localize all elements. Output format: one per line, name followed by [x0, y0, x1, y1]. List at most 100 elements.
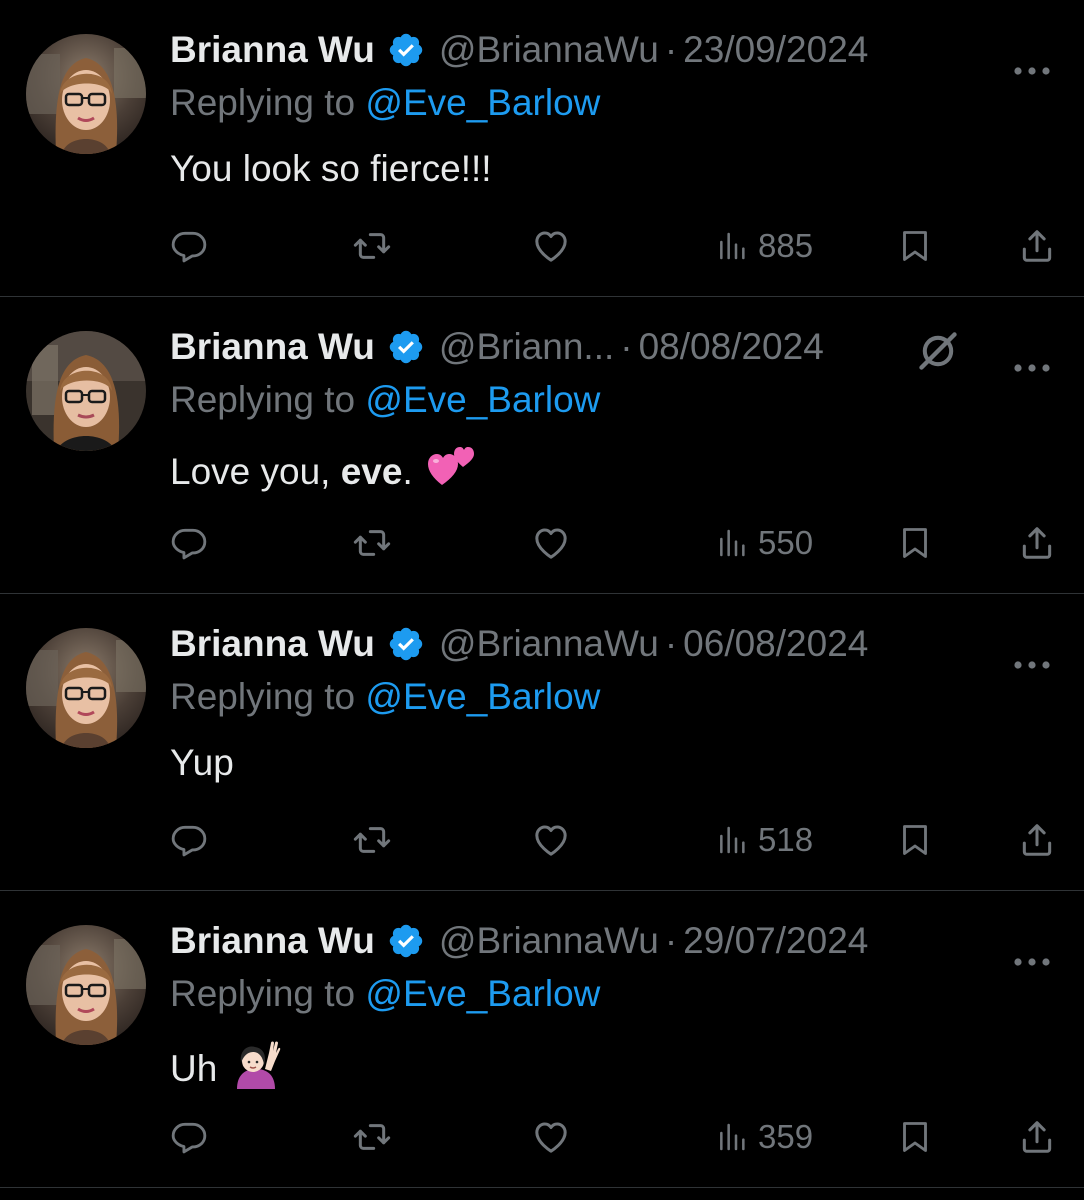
reply-button[interactable]: [170, 222, 208, 270]
tweet-text-content: You look so fierce!!!: [170, 148, 492, 189]
action-bar: 518: [0, 816, 1084, 864]
display-name[interactable]: Brianna Wu: [170, 623, 375, 665]
separator: ·: [664, 920, 678, 961]
bookmark-icon: [903, 528, 927, 558]
share-button[interactable]: [1018, 816, 1056, 864]
like-button[interactable]: [531, 222, 571, 270]
bookmark-button[interactable]: [897, 1113, 933, 1161]
repost-icon: [353, 233, 391, 259]
reply-button[interactable]: [170, 816, 208, 864]
repost-button[interactable]: [352, 816, 392, 864]
share-button[interactable]: [1018, 222, 1056, 270]
tweet[interactable]: Brianna Wu @BriannaWu · 29/07/2024 Reply…: [0, 891, 1084, 1188]
more-options-icon[interactable]: [1012, 935, 1052, 966]
verified-badge-icon: [387, 31, 425, 69]
more-options-icon[interactable]: [1012, 341, 1052, 372]
grok-icon[interactable]: [916, 329, 960, 373]
tweet-text: Love you, eve.: [170, 445, 475, 498]
timestamp[interactable]: 08/08/2024: [639, 326, 824, 368]
separator: ·: [664, 623, 678, 664]
tweet-text-start: Love you,: [170, 450, 341, 492]
bookmark-button[interactable]: [897, 519, 933, 567]
bookmark-icon: [903, 825, 927, 855]
display-name[interactable]: Brianna Wu: [170, 920, 375, 962]
action-bar: 885: [0, 222, 1084, 270]
tweet[interactable]: Brianna Wu @Briann... · 08/08/2024 Reply…: [0, 297, 1084, 594]
tweet[interactable]: Brianna Wu @BriannaWu · 06/08/2024 Reply…: [0, 594, 1084, 891]
avatar[interactable]: [26, 925, 146, 1045]
handle[interactable]: @Briann...: [439, 326, 614, 368]
replying-prefix: Replying to: [170, 379, 356, 420]
heart-icon: [535, 231, 567, 262]
tweet-text-end: .: [402, 450, 413, 492]
tweet-header: Brianna Wu @BriannaWu · 23/09/2024: [170, 24, 1064, 76]
verified-badge-icon: [387, 328, 425, 366]
tweet-text-content: Yup: [170, 742, 234, 783]
views-button[interactable]: 359: [716, 1113, 813, 1161]
views-chart-icon: [720, 826, 745, 854]
verified-badge-icon: [387, 625, 425, 663]
tweet[interactable]: Brianna Wu @BriannaWu · 23/09/2024 Reply…: [0, 0, 1084, 297]
replying-prefix: Replying to: [170, 676, 356, 717]
repost-button[interactable]: [352, 1113, 392, 1161]
tweet-text-bold: eve: [340, 450, 403, 492]
views-button[interactable]: 885: [716, 222, 813, 270]
verified-badge-icon: [387, 922, 425, 960]
heart-icon: [535, 1122, 567, 1153]
repost-icon: [353, 530, 391, 556]
share-button[interactable]: [1018, 519, 1056, 567]
avatar[interactable]: [26, 34, 146, 154]
reply-icon: [171, 825, 207, 857]
action-bar: 359: [0, 1113, 1084, 1161]
bookmark-button[interactable]: [897, 222, 933, 270]
share-icon: [1022, 824, 1052, 856]
separator: ·: [620, 326, 633, 367]
like-button[interactable]: [531, 519, 571, 567]
like-button[interactable]: [531, 816, 571, 864]
view-count: 518: [758, 821, 814, 858]
timestamp[interactable]: 23/09/2024: [683, 29, 868, 71]
like-button[interactable]: [531, 1113, 571, 1161]
avatar[interactable]: [26, 628, 146, 748]
replying-prefix: Replying to: [170, 82, 356, 123]
timestamp[interactable]: 29/07/2024: [683, 920, 868, 962]
reply-button[interactable]: [170, 1113, 208, 1161]
share-icon: [1022, 230, 1052, 262]
repost-button[interactable]: [352, 222, 392, 270]
repost-icon: [353, 827, 391, 853]
tweet-header: Brianna Wu @BriannaWu · 06/08/2024: [170, 618, 1064, 670]
handle[interactable]: @BriannaWu: [439, 29, 659, 71]
tweet-text-content: Uh: [170, 1047, 218, 1089]
more-options-icon[interactable]: [1012, 44, 1052, 75]
handle[interactable]: @BriannaWu: [439, 623, 659, 665]
reply-icon: [171, 231, 207, 263]
replying-to: Replying to @Eve_Barlow: [170, 973, 600, 1015]
views-button[interactable]: 518: [716, 816, 813, 864]
separator: ·: [664, 29, 678, 70]
heart-icon: [535, 528, 567, 559]
display-name[interactable]: Brianna Wu: [170, 326, 375, 368]
heart-icon: [535, 825, 567, 856]
mention-link[interactable]: @Eve_Barlow: [365, 973, 600, 1014]
person-raising-hand-emoji: [231, 1039, 281, 1098]
more-options-icon[interactable]: [1012, 638, 1052, 669]
views-chart-icon: [720, 1123, 745, 1151]
views-button[interactable]: 550: [716, 519, 813, 567]
bookmark-button[interactable]: [897, 816, 933, 864]
repost-button[interactable]: [352, 519, 392, 567]
handle[interactable]: @BriannaWu: [439, 920, 659, 962]
tweet-header: Brianna Wu @BriannaWu · 29/07/2024: [170, 915, 1064, 967]
timestamp[interactable]: 06/08/2024: [683, 623, 868, 665]
replying-to: Replying to @Eve_Barlow: [170, 82, 600, 124]
bookmark-icon: [903, 1122, 927, 1152]
mention-link[interactable]: @Eve_Barlow: [365, 676, 600, 717]
share-button[interactable]: [1018, 1113, 1056, 1161]
display-name[interactable]: Brianna Wu: [170, 29, 375, 71]
reply-button[interactable]: [170, 519, 208, 567]
reply-icon: [171, 1122, 207, 1154]
mention-link[interactable]: @Eve_Barlow: [365, 82, 600, 123]
views-chart-icon: [720, 232, 745, 260]
mention-link[interactable]: @Eve_Barlow: [365, 379, 600, 420]
view-count: 885: [758, 227, 814, 264]
avatar[interactable]: [26, 331, 146, 451]
